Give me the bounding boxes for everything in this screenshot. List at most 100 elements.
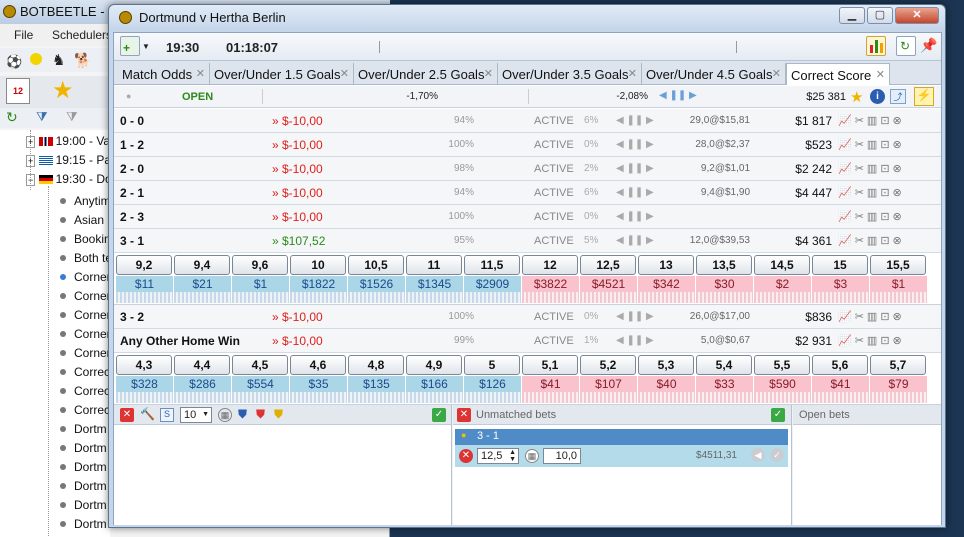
ladder-amount[interactable]: $4521: [580, 276, 637, 292]
ladder-amount[interactable]: $286: [174, 376, 231, 392]
ladder-price-button[interactable]: 15,5: [870, 255, 926, 275]
window-refresh-icon[interactable]: ↻: [896, 36, 916, 56]
mini-ladder-icon[interactable]: ◀ ❚❚ ▶: [616, 187, 654, 198]
ladder-amount[interactable]: $1: [870, 276, 927, 292]
cancel-bet-icon[interactable]: ✕: [459, 449, 473, 463]
tree-market-item[interactable]: Corner: [74, 289, 111, 303]
bet-stake-input[interactable]: 10,0: [543, 448, 581, 464]
close-icon[interactable]: ✕: [772, 67, 781, 80]
ladder-amount[interactable]: $590: [754, 376, 811, 392]
ladder-price-button[interactable]: 5,1: [522, 355, 578, 375]
menu-schedulers[interactable]: Schedulers: [52, 28, 112, 42]
tree-market-item[interactable]: Correc: [74, 403, 110, 417]
favourites-star-icon[interactable]: ★: [52, 76, 74, 105]
expand-icon[interactable]: ⊡: [880, 235, 892, 247]
selection-row[interactable]: 3 - 1 » $107,52 95% ACTIVE 5% ◀ ❚❚ ▶ 12,0@$39,…: [114, 229, 941, 253]
ladder-amount[interactable]: $41: [812, 376, 869, 392]
tree-market-item[interactable]: Corner: [74, 346, 111, 360]
ladder-amount[interactable]: $166: [406, 376, 463, 392]
collapse-icon[interactable]: ⊗: [893, 311, 905, 323]
tools-icon[interactable]: ✂: [855, 235, 867, 247]
selection-row[interactable]: 2 - 1 » $-10,00 94% ACTIVE 6% ◀ ❚❚ ▶ 9,4@$1,90…: [114, 181, 941, 205]
greyhound-icon[interactable]: 🐕: [74, 52, 91, 69]
ladder-icon[interactable]: ▥: [867, 335, 880, 347]
ladder-price-button[interactable]: 12: [522, 255, 578, 275]
ladder-price-button[interactable]: 5,3: [638, 355, 694, 375]
tree-market-item[interactable]: Both te: [74, 251, 112, 265]
selection-row[interactable]: Any Other Home Win » $-10,00 99% ACTIVE 1% ◀ …: [114, 329, 941, 353]
ladder-price-button[interactable]: 13: [638, 255, 694, 275]
ladder-price-button[interactable]: 5,2: [580, 355, 636, 375]
ladder-icon[interactable]: ▥: [867, 163, 880, 175]
ladder-price-button[interactable]: 4,8: [348, 355, 404, 375]
collapse-icon[interactable]: ⊗: [893, 211, 905, 223]
selection-row[interactable]: 0 - 0 » $-10,00 94% ACTIVE 6% ◀ ❚❚ ▶ 29,0@$15,…: [114, 109, 941, 133]
filter-icon[interactable]: ⧩: [36, 109, 48, 125]
collapse-icon[interactable]: ⊗: [893, 187, 905, 199]
ladder-amount[interactable]: $1822: [290, 276, 347, 292]
chart-icon[interactable]: 📈: [838, 235, 855, 247]
mini-ladder-icon[interactable]: ◀ ❚❚ ▶: [616, 115, 654, 126]
ladder-amount[interactable]: $79: [870, 376, 927, 392]
mini-ladder-icon[interactable]: ◀ ❚❚ ▶: [616, 163, 654, 174]
refresh-icon[interactable]: ↻: [6, 109, 18, 126]
stake-select[interactable]: 10 ▼: [180, 407, 212, 423]
lightning-icon[interactable]: ⚡: [914, 87, 934, 106]
collapse-icon[interactable]: ⊗: [893, 163, 905, 175]
ladder-price-button[interactable]: 5,6: [812, 355, 868, 375]
ladder-amount[interactable]: $21: [174, 276, 231, 292]
pin-icon[interactable]: 📌: [920, 37, 937, 54]
selection-row[interactable]: 3 - 2 » $-10,00 100% ACTIVE 0% ◀ ❚❚ ▶ 26,0@$17…: [114, 305, 941, 329]
calendar-icon[interactable]: 12: [6, 78, 30, 104]
tools-icon[interactable]: ✂: [855, 311, 867, 323]
tree-market-item[interactable]: Dortm: [74, 498, 107, 512]
expand-icon[interactable]: ⊡: [880, 163, 892, 175]
bet-price-input[interactable]: 12,5 ▲ ▼: [477, 448, 519, 464]
mini-ladder-icon[interactable]: ◀ ❚❚ ▶: [616, 211, 654, 222]
ladder-amount[interactable]: $40: [638, 376, 695, 392]
horse-racing-icon[interactable]: ♞: [52, 51, 65, 69]
ladder-amount[interactable]: $1526: [348, 276, 405, 292]
ladder-price-button[interactable]: 5,5: [754, 355, 810, 375]
tools-icon[interactable]: ✂: [855, 115, 867, 127]
ladder-amount[interactable]: $33: [696, 376, 753, 392]
chart-icon[interactable]: 📈: [838, 211, 855, 223]
tree-market-item[interactable]: Corner: [74, 270, 111, 284]
chart-icon[interactable]: 📈: [838, 139, 855, 151]
ladder-amount[interactable]: $342: [638, 276, 695, 292]
ladder-amount[interactable]: $126: [464, 376, 521, 392]
selection-row[interactable]: 2 - 0 » $-10,00 98% ACTIVE 2% ◀ ❚❚ ▶ 9,2@$1,01…: [114, 157, 941, 181]
mini-ladder-icon[interactable]: ◀ ❚❚ ▶: [616, 139, 654, 150]
ladder-price-button[interactable]: 4,5: [232, 355, 288, 375]
new-window-icon[interactable]: +: [120, 36, 140, 56]
chevron-down-icon[interactable]: ▼: [142, 42, 150, 51]
tree-market-item[interactable]: Bookin: [74, 232, 111, 246]
shield-warning-icon[interactable]: ⛊: [274, 407, 283, 422]
ladder-price-button[interactable]: 11: [406, 255, 462, 275]
tree-market-item[interactable]: Anytim: [74, 194, 111, 208]
info-icon[interactable]: i: [870, 89, 885, 104]
collapse-icon[interactable]: ⊗: [893, 139, 905, 151]
cancel-icon[interactable]: ✕: [120, 408, 134, 422]
tab-match-odds[interactable]: Match Odds ✕: [118, 63, 210, 85]
market-window-titlebar[interactable]: Dortmund v Hertha Berlin ▁ ▢ ✕: [109, 5, 945, 31]
ladder-icon[interactable]: ▥: [867, 115, 880, 127]
ladder-price-button[interactable]: 4,3: [116, 355, 172, 375]
tab-over-under-2-5[interactable]: Over/Under 2.5 Goals ✕: [354, 63, 498, 85]
tree-market-item[interactable]: Dortm: [74, 441, 107, 455]
close-icon[interactable]: ✕: [484, 67, 493, 80]
close-icon[interactable]: ✕: [340, 67, 349, 80]
chart-bars-icon[interactable]: [866, 36, 886, 56]
tree-event-2[interactable]: + 19:15 - Pa: [26, 153, 111, 167]
calculator-icon[interactable]: ▦: [525, 449, 539, 463]
ladder-amount[interactable]: $3: [812, 276, 869, 292]
ladder-icon[interactable]: ▥: [867, 139, 880, 151]
expand-icon[interactable]: ⊡: [880, 139, 892, 151]
ladder-price-button[interactable]: 4,6: [290, 355, 346, 375]
confirm-icon[interactable]: ✓: [432, 408, 446, 422]
ladder-price-button[interactable]: 4,9: [406, 355, 462, 375]
chart-icon[interactable]: 📈: [838, 115, 855, 127]
expand-icon[interactable]: ⊡: [880, 115, 892, 127]
tree-market-item[interactable]: Correc: [74, 384, 110, 398]
tools-icon[interactable]: ✂: [855, 163, 867, 175]
